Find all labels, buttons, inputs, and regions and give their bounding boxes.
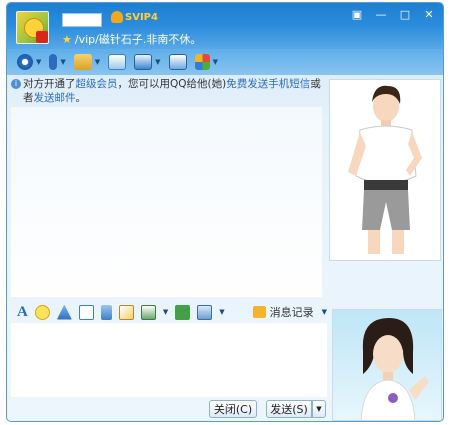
chevron-down-icon: ▼: [36, 58, 42, 66]
svip-badge[interactable]: SVIP4: [111, 11, 158, 23]
history-button[interactable]: 消息记录 ▼: [252, 304, 327, 320]
vip-notice: i 对方开通了超级会员，您可以用QQ给他(她)免费发送手机短信或者发送邮件。 ✕: [11, 77, 322, 107]
self-qq-show[interactable]: [332, 309, 442, 421]
female-avatar-figure: [360, 318, 429, 420]
music-icon[interactable]: [175, 304, 191, 320]
shake-icon[interactable]: [56, 304, 72, 320]
image-icon[interactable]: [78, 304, 94, 320]
maximize-button[interactable]: □: [395, 7, 415, 22]
star-icon: ★: [62, 33, 72, 46]
chat-window: SVIP4 ★/vip/磁针石子.非南不休。 ▣ — □ ✕ ▼ ▼ ▼ ▼ ▼…: [6, 2, 444, 422]
doodle-icon[interactable]: [118, 304, 134, 320]
send-options-button[interactable]: ▼: [312, 400, 326, 418]
signature: ★/vip/磁针石子.非南不休。: [62, 31, 201, 47]
more-apps-icon[interactable]: [197, 304, 213, 320]
close-button[interactable]: 关闭(C): [209, 400, 257, 418]
chevron-down-icon: ▼: [212, 58, 218, 66]
message-icon: [108, 54, 127, 70]
avatar[interactable]: [16, 11, 49, 44]
send-mail-link[interactable]: 发送邮件: [34, 92, 76, 104]
action-bar: 关闭(C) 发送(S) ▼: [11, 399, 327, 421]
chevron-down-icon[interactable]: ▼: [219, 308, 224, 316]
close-icon[interactable]: ✕: [313, 77, 322, 91]
message-input[interactable]: [11, 323, 327, 397]
chevron-down-icon: ▼: [321, 308, 327, 316]
microphone-icon: [49, 54, 58, 70]
chevron-down-icon: ▼: [60, 58, 66, 66]
message-history[interactable]: [11, 107, 322, 297]
input-toolbar: A ▼ ▼ 消息记录 ▼: [11, 301, 327, 323]
video-call-button[interactable]: ▼: [17, 52, 41, 72]
minimize-button[interactable]: —: [371, 7, 391, 22]
apps-button[interactable]: ▼: [194, 52, 218, 72]
history-icon: [252, 306, 266, 318]
male-avatar-figure: [348, 85, 422, 254]
voice-call-button[interactable]: ▼: [49, 52, 66, 72]
qq-badge-icon: [36, 31, 48, 43]
webcam-icon: [17, 54, 33, 70]
super-member-link[interactable]: 超级会员: [76, 78, 118, 90]
crown-icon: [111, 11, 123, 23]
send-button[interactable]: 发送(S): [266, 400, 312, 418]
info-icon: i: [11, 79, 21, 89]
close-window-button[interactable]: ✕: [419, 7, 439, 22]
contact-name[interactable]: [62, 13, 102, 27]
folder-icon: [73, 54, 92, 70]
apps-grid-icon: [194, 54, 210, 70]
title-bar[interactable]: SVIP4 ★/vip/磁针石子.非南不休。 ▣ — □ ✕: [7, 3, 443, 49]
share-screen-button[interactable]: [168, 52, 187, 72]
top-toolbar: ▼ ▼ ▼ ▼ ▼: [7, 49, 443, 75]
chevron-down-icon[interactable]: ▼: [163, 308, 168, 316]
voice-message-icon[interactable]: [100, 304, 112, 320]
skin-button[interactable]: ▣: [347, 7, 367, 22]
font-button[interactable]: A: [17, 304, 28, 321]
screen-icon: [168, 54, 187, 70]
send-file-button[interactable]: ▼: [73, 52, 101, 72]
free-sms-link[interactable]: 免费发送手机短信: [226, 78, 310, 90]
emoji-icon[interactable]: [34, 304, 50, 320]
monitor-icon: [134, 54, 153, 70]
screenshot-icon[interactable]: [140, 304, 156, 320]
contact-qq-show[interactable]: [329, 79, 441, 261]
window-controls: ▣ — □ ✕: [347, 7, 439, 22]
send-sms-button[interactable]: [108, 52, 127, 72]
chevron-down-icon: ▼: [155, 58, 161, 66]
chevron-down-icon: ▼: [94, 58, 101, 66]
remote-desktop-button[interactable]: ▼: [134, 52, 161, 72]
signature-text: /vip/磁针石子.非南不休。: [74, 33, 202, 46]
